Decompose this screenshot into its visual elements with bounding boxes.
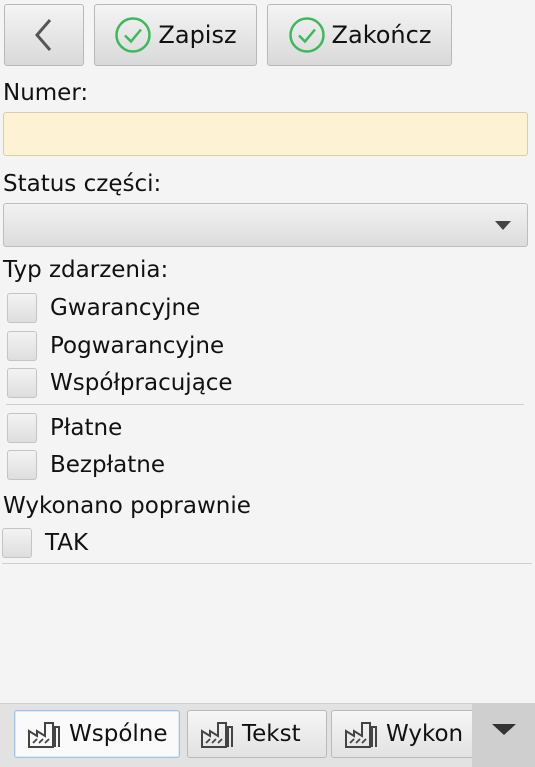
tab-tekst[interactable]: Tekst bbox=[187, 710, 327, 758]
checkbox-row-gwarancyjne[interactable]: Gwarancyjne bbox=[7, 293, 200, 323]
checkbox-label: Współpracujące bbox=[50, 370, 233, 396]
checkbox-label: TAK bbox=[45, 530, 89, 556]
toolbar: Zapisz Zakończ bbox=[0, 0, 535, 72]
tab-wykon[interactable]: Wykon bbox=[331, 710, 491, 758]
checkbox-row-wspolpracujace[interactable]: Współpracujące bbox=[7, 368, 233, 398]
save-button-label: Zapisz bbox=[158, 21, 237, 49]
checkbox-tak[interactable] bbox=[2, 528, 32, 558]
checkbox-row-platne[interactable]: Płatne bbox=[7, 413, 122, 443]
tab-label: Wykon bbox=[386, 721, 464, 747]
status-label: Status części: bbox=[3, 171, 162, 197]
checkbox-label: Pogwarancyjne bbox=[50, 333, 225, 359]
typ-zdarzenia-label: Typ zdarzenia: bbox=[3, 257, 169, 283]
checkbox-row-bezplatne[interactable]: Bezpłatne bbox=[7, 450, 165, 480]
check-circle-icon bbox=[288, 17, 325, 53]
numer-input[interactable] bbox=[3, 112, 528, 156]
tab-wspolne[interactable]: Wspólne bbox=[14, 710, 180, 758]
checkbox-label: Gwarancyjne bbox=[50, 295, 201, 321]
wykonano-label: Wykonano poprawnie bbox=[3, 493, 251, 519]
checkbox-wspolpracujace[interactable] bbox=[7, 368, 37, 398]
checkbox-row-tak[interactable]: TAK bbox=[2, 528, 88, 558]
factory-icon bbox=[345, 722, 377, 748]
more-tabs-button[interactable] bbox=[472, 704, 535, 767]
numer-label: Numer: bbox=[3, 80, 89, 106]
checkbox-label: Płatne bbox=[50, 415, 123, 441]
divider bbox=[2, 563, 532, 564]
checkbox-platne[interactable] bbox=[7, 413, 37, 443]
bottom-tab-bar: Wspólne Tekst Wykon bbox=[0, 703, 535, 767]
tab-label: Wspólne bbox=[69, 721, 168, 747]
finish-button[interactable]: Zakończ bbox=[267, 4, 452, 66]
tab-label: Tekst bbox=[242, 721, 301, 747]
checkbox-bezplatne[interactable] bbox=[7, 450, 37, 480]
checkbox-gwarancyjne[interactable] bbox=[7, 293, 37, 323]
caret-down-icon bbox=[495, 221, 511, 230]
finish-button-label: Zakończ bbox=[331, 21, 432, 49]
factory-icon bbox=[28, 722, 60, 748]
caret-down-icon bbox=[492, 724, 516, 735]
chevron-left-icon bbox=[35, 19, 52, 51]
factory-icon bbox=[201, 722, 233, 748]
save-button[interactable]: Zapisz bbox=[94, 4, 257, 66]
check-circle-icon bbox=[115, 17, 152, 53]
status-select[interactable] bbox=[3, 203, 528, 247]
checkbox-label: Bezpłatne bbox=[50, 452, 165, 478]
checkbox-row-pogwarancyjne[interactable]: Pogwarancyjne bbox=[7, 331, 224, 361]
divider bbox=[6, 404, 524, 405]
checkbox-pogwarancyjne[interactable] bbox=[7, 331, 37, 361]
back-button[interactable] bbox=[4, 4, 84, 66]
